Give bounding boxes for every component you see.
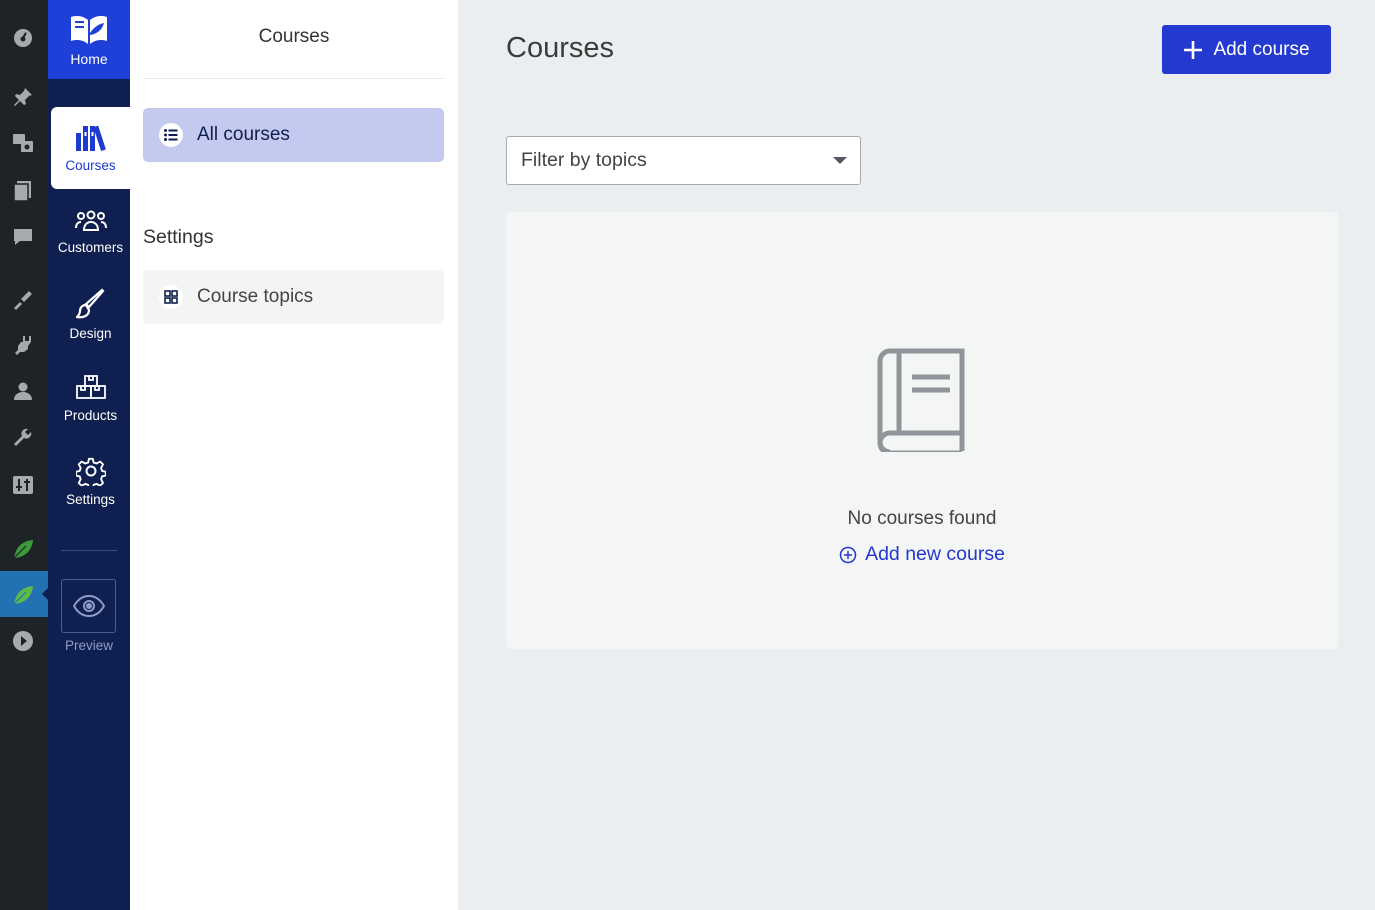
boxes-icon — [75, 374, 106, 399]
play-icon[interactable] — [8, 626, 38, 656]
sub-nav: Courses All courses Settings Course topi… — [130, 0, 458, 910]
app-nav: Home Courses Customers Design Products S… — [48, 0, 130, 910]
nav-item-design[interactable]: Design — [51, 273, 130, 355]
nav-item-settings[interactable]: Settings — [51, 440, 130, 522]
leaf-active-icon[interactable] — [8, 580, 38, 610]
empty-message: No courses found — [847, 508, 997, 529]
gear-icon — [75, 457, 106, 486]
library-books-icon — [75, 125, 106, 151]
settings-sliders-icon[interactable] — [8, 470, 38, 500]
add-course-button[interactable]: Add course — [1162, 25, 1331, 74]
tools-icon[interactable] — [8, 424, 38, 454]
filter-topics-select[interactable]: Filter by topics — [506, 136, 861, 185]
page-title: Courses — [506, 32, 614, 64]
nav-label-customers: Customers — [57, 239, 124, 255]
appearance-icon[interactable] — [8, 284, 38, 314]
users-icon[interactable] — [8, 376, 38, 406]
all-courses-label: All courses — [197, 124, 290, 145]
plus-icon — [1184, 40, 1203, 59]
grid-icon — [159, 285, 183, 309]
add-new-course-link[interactable]: Add new course — [506, 543, 1338, 566]
course-topics-label: Course topics — [197, 286, 314, 307]
filter-placeholder: Filter by topics — [521, 149, 647, 171]
paintbrush-icon — [75, 287, 105, 318]
plugins-icon[interactable] — [8, 330, 38, 360]
leaf-icon[interactable] — [8, 534, 38, 564]
media-icon[interactable] — [8, 128, 38, 158]
plus-circle-icon — [839, 546, 857, 563]
nav-item-customers[interactable]: Customers — [51, 190, 130, 272]
caret-down-icon — [833, 157, 847, 164]
nav-divider — [61, 550, 117, 551]
nav-item-products[interactable]: Products — [51, 357, 130, 439]
comments-icon[interactable] — [8, 222, 38, 252]
nav-label-products: Products — [63, 407, 118, 423]
nav-label-design: Design — [69, 325, 112, 341]
nav-item-courses[interactable]: Courses — [51, 107, 130, 189]
preview-button[interactable] — [61, 579, 116, 633]
sub-item-course-topics[interactable]: Course topics — [143, 270, 444, 324]
sub-nav-divider — [143, 78, 444, 79]
pin-icon[interactable] — [8, 82, 38, 112]
book-icon — [877, 348, 965, 452]
add-course-label: Add course — [1213, 38, 1310, 60]
dashboard-icon[interactable] — [8, 22, 38, 52]
home-label: Home — [70, 50, 108, 67]
nav-label-settings: Settings — [66, 491, 115, 507]
empty-state-card: No courses found Add new course — [506, 212, 1338, 649]
nav-label-courses: Courses — [65, 157, 116, 173]
open-book-icon — [71, 15, 107, 44]
sub-item-all-courses[interactable]: All courses — [143, 108, 444, 162]
eye-icon — [72, 595, 105, 617]
home-button[interactable]: Home — [48, 0, 130, 79]
settings-heading: Settings — [143, 226, 214, 248]
list-icon — [159, 123, 183, 147]
wp-admin-menu — [0, 0, 48, 910]
preview-label: Preview — [64, 638, 113, 653]
people-group-icon — [74, 210, 107, 231]
pages-icon[interactable] — [8, 176, 38, 206]
add-new-course-label: Add new course — [865, 543, 1005, 565]
sub-nav-title: Courses — [258, 26, 330, 47]
